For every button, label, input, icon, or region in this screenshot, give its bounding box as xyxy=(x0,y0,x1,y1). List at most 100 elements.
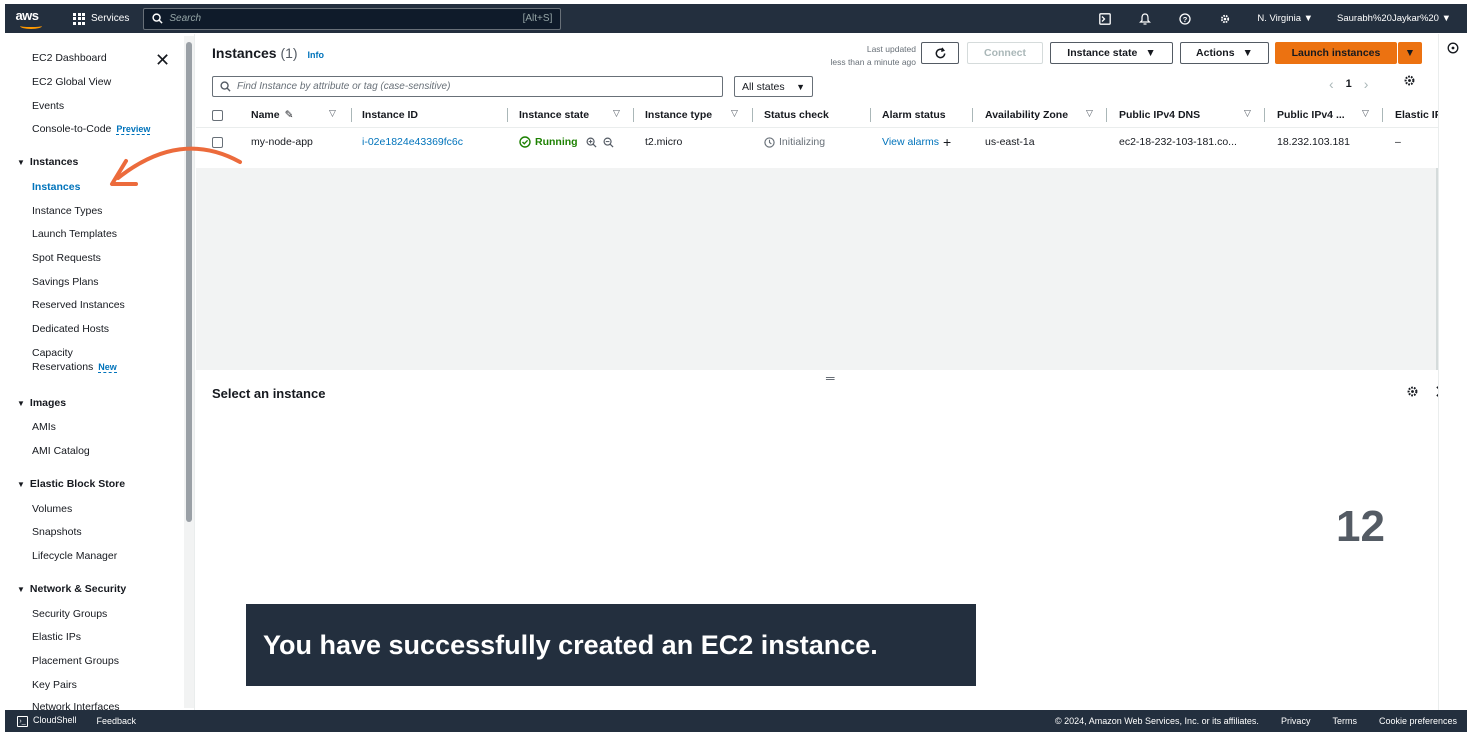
sidebar-item-snapshots[interactable]: Snapshots xyxy=(32,526,82,538)
sidebar-item-ami-catalog[interactable]: AMI Catalog xyxy=(32,445,90,457)
sidebar-item-network-interfaces[interactable]: Network Interfaces xyxy=(32,701,120,710)
column-separator[interactable] xyxy=(1382,108,1383,122)
column-separator[interactable] xyxy=(870,108,871,122)
sidebar-item-events[interactable]: Events xyxy=(32,100,64,112)
sidebar-item-security-groups[interactable]: Security Groups xyxy=(32,608,107,620)
connect-button[interactable]: Connect xyxy=(967,42,1043,64)
chevron-right-icon[interactable]: › xyxy=(1364,76,1369,92)
sidebar-scrollbar[interactable] xyxy=(184,36,194,708)
split-panel-settings-icon[interactable] xyxy=(1406,385,1419,401)
sort-icon[interactable]: ▽ xyxy=(1244,108,1251,119)
scrollbar-thumb[interactable] xyxy=(186,42,192,522)
refresh-button[interactable] xyxy=(921,42,959,64)
column-header-name[interactable]: Name ✎ xyxy=(251,102,293,128)
zoom-in-icon[interactable] xyxy=(586,137,597,148)
instance-state-button[interactable]: Instance state ▼ xyxy=(1050,42,1173,64)
page-number[interactable]: 1 xyxy=(1346,78,1352,90)
sidebar-item-volumes[interactable]: Volumes xyxy=(32,503,72,515)
column-separator[interactable] xyxy=(633,108,634,122)
region-selector[interactable]: N. Virginia ▼ xyxy=(1245,13,1325,24)
sidebar-item-console-to-code[interactable]: Console-to-Code Preview xyxy=(32,123,151,135)
column-header-instance-state[interactable]: Instance state xyxy=(519,102,589,128)
help-icon[interactable]: ? xyxy=(1165,4,1205,33)
sidebar-item-placement-groups[interactable]: Placement Groups xyxy=(32,655,119,667)
table-settings-icon[interactable] xyxy=(1403,74,1416,90)
sidebar-section-network-security[interactable]: ▼ Network & Security xyxy=(17,583,126,595)
sort-icon[interactable]: ▽ xyxy=(613,108,620,119)
sidebar-item-elastic-ips[interactable]: Elastic IPs xyxy=(32,631,81,643)
column-header-public-dns[interactable]: Public IPv4 DNS xyxy=(1119,102,1200,128)
sidebar: ✕ EC2 Dashboard EC2 Global View Events C… xyxy=(5,34,195,710)
instance-filter-input[interactable] xyxy=(237,81,715,92)
sidebar-item-savings-plans[interactable]: Savings Plans xyxy=(32,276,99,288)
global-search[interactable]: [Alt+S] xyxy=(143,7,562,30)
column-separator[interactable] xyxy=(752,108,753,122)
column-separator[interactable] xyxy=(1264,108,1265,122)
launch-instances-button[interactable]: Launch instances xyxy=(1275,42,1397,64)
zoom-out-icon[interactable] xyxy=(603,137,614,148)
sidebar-section-ebs[interactable]: ▼ Elastic Block Store xyxy=(17,478,125,490)
cookie-preferences-link[interactable]: Cookie preferences xyxy=(1379,716,1457,726)
bell-icon[interactable] xyxy=(1125,4,1165,33)
info-link[interactable]: Info xyxy=(308,50,325,60)
privacy-link[interactable]: Privacy xyxy=(1281,716,1311,726)
column-header-elastic-ip[interactable]: Elastic IP xyxy=(1395,102,1438,128)
sidebar-item-spot-requests[interactable]: Spot Requests xyxy=(32,252,101,264)
actions-button[interactable]: Actions ▼ xyxy=(1180,42,1269,64)
feedback-icon[interactable] xyxy=(1447,42,1459,57)
tutorial-caption: You have successfully created an EC2 ins… xyxy=(246,604,976,686)
column-separator[interactable] xyxy=(507,108,508,122)
sidebar-section-instances[interactable]: ▼ Instances xyxy=(17,156,78,168)
sidebar-item-reserved-instances[interactable]: Reserved Instances xyxy=(32,299,125,311)
launch-instances-dropdown[interactable]: ▼ xyxy=(1398,42,1422,64)
table-row[interactable]: my-node-app i-02e1824e43369fc6c Running … xyxy=(196,129,1438,155)
terms-link[interactable]: Terms xyxy=(1332,716,1357,726)
states-select[interactable]: All states ▼ xyxy=(734,76,813,97)
select-all-checkbox[interactable] xyxy=(212,102,223,128)
sidebar-item-amis[interactable]: AMIs xyxy=(32,421,56,433)
sidebar-item-instance-types[interactable]: Instance Types xyxy=(32,205,102,217)
sidebar-item-key-pairs[interactable]: Key Pairs xyxy=(32,679,77,691)
column-header-alarm-status[interactable]: Alarm status xyxy=(882,102,946,128)
sidebar-item-label-line2: Reservations xyxy=(32,361,94,373)
sort-icon[interactable]: ▽ xyxy=(1086,108,1093,119)
search-icon xyxy=(220,81,231,92)
instance-filter[interactable] xyxy=(212,76,723,97)
chevron-left-icon[interactable]: ‹ xyxy=(1329,76,1334,92)
column-separator[interactable] xyxy=(1106,108,1107,122)
sidebar-item-instances[interactable]: Instances xyxy=(32,181,80,193)
sidebar-item-launch-templates[interactable]: Launch Templates xyxy=(32,228,117,240)
column-header-instance-id[interactable]: Instance ID xyxy=(362,102,418,128)
account-menu[interactable]: Saurabh%20Jaykar%20 ▼ xyxy=(1325,13,1463,24)
sort-icon[interactable]: ▽ xyxy=(329,108,336,119)
cloudshell-icon[interactable] xyxy=(1085,4,1125,33)
feedback-link[interactable]: Feedback xyxy=(97,716,137,726)
gear-icon[interactable] xyxy=(1205,4,1245,33)
sort-icon[interactable]: ▽ xyxy=(1362,108,1369,119)
column-separator[interactable] xyxy=(351,108,352,122)
sidebar-item-ec2-dashboard[interactable]: EC2 Dashboard xyxy=(32,52,107,64)
column-header-status-check[interactable]: Status check xyxy=(764,102,829,128)
plus-icon[interactable]: + xyxy=(943,134,951,150)
global-search-input[interactable] xyxy=(169,13,523,24)
aws-logo[interactable]: aws xyxy=(5,4,49,33)
sidebar-section-images[interactable]: ▼ Images xyxy=(17,397,66,409)
services-menu-button[interactable]: Services xyxy=(73,12,129,25)
cloudshell-button[interactable]: ›_ CloudShell xyxy=(17,715,77,727)
cell-instance-id[interactable]: i-02e1824e43369fc6c xyxy=(362,129,463,155)
column-separator[interactable] xyxy=(972,108,973,122)
sidebar-item-ec2-global-view[interactable]: EC2 Global View xyxy=(32,76,111,88)
footer-left: ›_ CloudShell Feedback xyxy=(17,715,137,727)
sidebar-item-capacity-reservations[interactable]: Capacity Reservations New xyxy=(32,347,117,376)
sort-icon[interactable]: ▽ xyxy=(731,108,738,119)
split-panel-resize-handle[interactable]: ═ xyxy=(826,371,835,385)
column-header-instance-type[interactable]: Instance type xyxy=(645,102,712,128)
column-header-public-ipv4[interactable]: Public IPv4 ... xyxy=(1277,102,1345,128)
nav-right-group: ? N. Virginia ▼ Saurabh%20Jaykar%20 ▼ xyxy=(1085,4,1467,33)
column-header-availability-zone[interactable]: Availability Zone xyxy=(985,102,1068,128)
sidebar-item-lifecycle-manager[interactable]: Lifecycle Manager xyxy=(32,550,117,562)
close-icon[interactable]: ✕ xyxy=(155,51,170,69)
sidebar-item-dedicated-hosts[interactable]: Dedicated Hosts xyxy=(32,323,109,335)
view-alarms-link[interactable]: View alarms xyxy=(882,136,939,148)
row-checkbox[interactable] xyxy=(212,129,223,155)
